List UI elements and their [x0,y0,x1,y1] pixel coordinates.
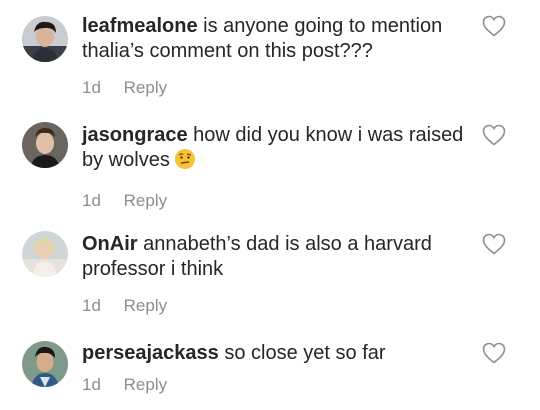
comments-list: leafmealone is anyone going to mention t… [0,0,540,410]
comment-text: OnAir annabeth’s dad is also a harvard p… [82,232,472,282]
avatar[interactable] [22,16,68,62]
avatar[interactable] [22,231,68,277]
face-with-raised-eyebrow-icon [174,148,196,177]
reply-button[interactable]: Reply [124,296,167,315]
reply-button[interactable]: Reply [124,191,167,210]
reply-button[interactable]: Reply [124,78,167,97]
comment-age: 1d [82,375,101,394]
comment-meta: 1d Reply [82,78,472,98]
comment-username[interactable]: OnAir [82,233,138,255]
comment-age: 1d [82,78,101,97]
comment-age: 1d [82,191,101,210]
heart-icon[interactable] [482,233,506,255]
comment-username[interactable]: jasongrace [82,124,188,146]
comment-username[interactable]: perseajackass [82,342,219,364]
comment-text: perseajackass so close yet so far [82,341,472,366]
avatar[interactable] [22,122,68,168]
comment-meta: 1d Reply [82,375,472,395]
comment-text: jasongrace how did you know i was raised… [82,123,472,177]
comment-username[interactable]: leafmealone [82,15,198,37]
comment-text: leafmealone is anyone going to mention t… [82,14,472,64]
heart-icon[interactable] [482,15,506,37]
heart-icon[interactable] [482,342,506,364]
comment-message: so close yet so far [224,342,386,364]
comment-meta: 1d Reply [82,191,472,211]
avatar[interactable] [22,341,68,387]
comment-meta: 1d Reply [82,296,472,316]
heart-icon[interactable] [482,124,506,146]
comment-age: 1d [82,296,101,315]
reply-button[interactable]: Reply [124,375,167,394]
